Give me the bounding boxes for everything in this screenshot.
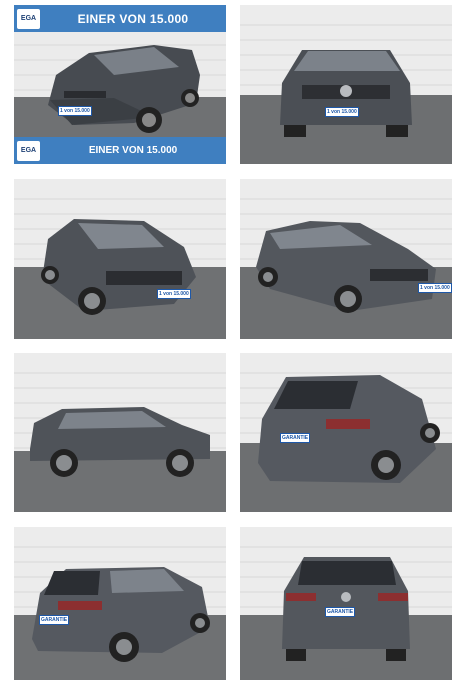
car-photo-side	[14, 353, 226, 512]
ega-logo-icon: EGA	[17, 8, 40, 29]
car-photo-front-left-close	[14, 179, 226, 339]
ega-logo-icon: EGA	[17, 140, 40, 161]
photo-gallery: EGA EINER VON 15.000 1 von 15.000 EGA EI…	[0, 0, 454, 680]
license-plate: 1 von 15.000	[325, 107, 359, 117]
promo-banner-top: EGA EINER VON 15.000	[14, 5, 226, 32]
gallery-photo-7[interactable]: GARANTIE	[14, 527, 226, 680]
gallery-photo-3[interactable]: 1 von 15.000	[14, 179, 226, 339]
gallery-photo-4[interactable]: 1 von 15.000	[240, 179, 452, 339]
license-plate: GARANTIE	[39, 615, 70, 625]
license-plate: 1 von 15.000	[418, 283, 452, 293]
gallery-photo-2[interactable]: 1 von 15.000	[240, 5, 452, 164]
car-photo-rear-left	[14, 527, 226, 680]
gallery-photo-8[interactable]: GARANTIE	[240, 527, 452, 680]
car-photo-rear-right	[240, 353, 452, 512]
car-photo-front-right	[240, 179, 452, 339]
promo-banner-bottom: EGA EINER VON 15.000	[14, 137, 226, 164]
promo-banner-text: EINER VON 15.000	[88, 145, 178, 156]
license-plate: GARANTIE	[325, 607, 356, 617]
car-photo-rear	[240, 527, 452, 680]
license-plate: GARANTIE	[280, 433, 311, 443]
license-plate: 1 von 15.000	[58, 106, 92, 116]
car-photo-front	[240, 5, 452, 164]
gallery-photo-6[interactable]: GARANTIE	[240, 353, 452, 512]
license-plate: 1 von 15.000	[157, 289, 191, 299]
gallery-photo-5[interactable]	[14, 353, 226, 512]
gallery-photo-1[interactable]: EGA EINER VON 15.000 1 von 15.000 EGA EI…	[14, 5, 226, 164]
promo-banner-text: EINER VON 15.000	[77, 11, 189, 26]
